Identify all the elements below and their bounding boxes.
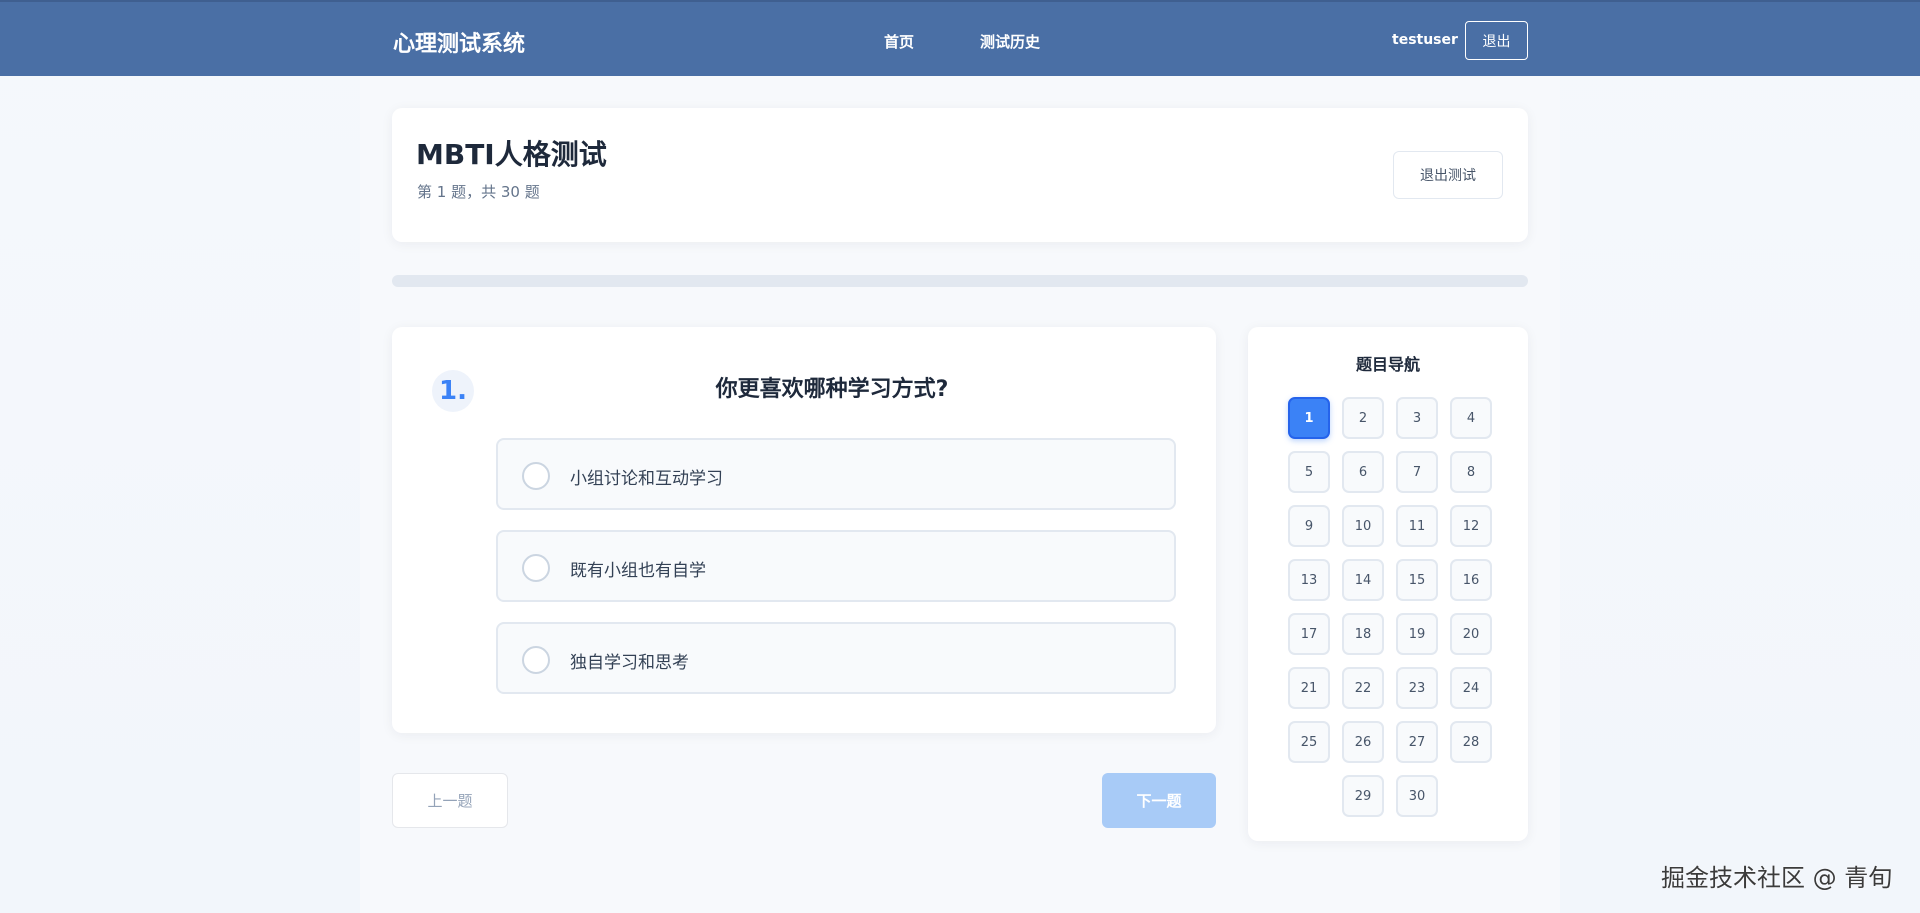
question-nav-button[interactable]: 30: [1396, 775, 1438, 817]
question-nav-button[interactable]: 24: [1450, 667, 1492, 709]
next-question-button[interactable]: 下一题: [1102, 773, 1216, 828]
option-1[interactable]: 小组讨论和互动学习: [496, 438, 1176, 510]
question-nav-button[interactable]: 3: [1396, 397, 1438, 439]
question-nav-button[interactable]: 20: [1450, 613, 1492, 655]
question-nav-button[interactable]: 1: [1288, 397, 1330, 439]
question-nav-button[interactable]: 28: [1450, 721, 1492, 763]
radio-icon[interactable]: [522, 646, 550, 674]
question-nav-button[interactable]: 6: [1342, 451, 1384, 493]
question-text: 你更喜欢哪种学习方式?: [715, 377, 949, 402]
radio-icon[interactable]: [522, 554, 550, 582]
test-header-card: MBTI人格测试 第 1 题，共 30 题 退出测试: [392, 108, 1528, 242]
question-nav-button[interactable]: 11: [1396, 505, 1438, 547]
question-nav-button[interactable]: 2: [1342, 397, 1384, 439]
question-navigator: 题目导航 1 2 3 4 5 6 7 8 9 10 11 12 13 14 15 16 17 18 19 20 21 22…: [1248, 327, 1528, 841]
question-nav-button[interactable]: 16: [1450, 559, 1492, 601]
question-nav-button[interactable]: 13: [1288, 559, 1330, 601]
progress-bar: [392, 275, 1528, 287]
question-nav-button[interactable]: 4: [1450, 397, 1492, 439]
question-nav-button[interactable]: 19: [1396, 613, 1438, 655]
exit-test-button[interactable]: 退出测试: [1393, 151, 1503, 199]
question-nav-button[interactable]: 14: [1342, 559, 1384, 601]
option-label: 独自学习和思考: [570, 653, 689, 673]
radio-icon[interactable]: [522, 462, 550, 490]
top-navbar: 心理测试系统 首页 测试历史 testuser 退出: [0, 0, 1920, 76]
previous-question-button[interactable]: 上一题: [392, 773, 508, 828]
watermark: 掘金技术社区 @ 青旬: [1661, 864, 1893, 892]
question-nav-button[interactable]: 5: [1288, 451, 1330, 493]
question-nav-button[interactable]: 9: [1288, 505, 1330, 547]
nav-link-home[interactable]: 首页: [884, 31, 914, 52]
option-2[interactable]: 既有小组也有自学: [496, 530, 1176, 602]
question-nav-button[interactable]: 8: [1450, 451, 1492, 493]
question-nav-button[interactable]: 15: [1396, 559, 1438, 601]
navigator-grid: 1 2 3 4 5 6 7 8 9 10 11 12 13 14 15 16 17 18 19 20 21 22 23 24 2…: [1286, 397, 1494, 817]
question-nav-button[interactable]: 12: [1450, 505, 1492, 547]
username: testuser: [1392, 32, 1458, 48]
question-nav-button[interactable]: 29: [1342, 775, 1384, 817]
navigator-title: 题目导航: [1355, 355, 1420, 374]
question-nav-button[interactable]: 10: [1342, 505, 1384, 547]
option-3[interactable]: 独自学习和思考: [496, 622, 1176, 694]
question-nav-button[interactable]: 22: [1342, 667, 1384, 709]
navigator-spacer: [1288, 775, 1330, 817]
option-label: 小组讨论和互动学习: [570, 469, 723, 489]
question-nav-button[interactable]: 21: [1288, 667, 1330, 709]
question-progress-text: 第 1 题，共 30 题: [417, 183, 540, 201]
question-nav-button[interactable]: 25: [1288, 721, 1330, 763]
question-nav-button[interactable]: 17: [1288, 613, 1330, 655]
question-nav-button[interactable]: 27: [1396, 721, 1438, 763]
question-nav-button[interactable]: 26: [1342, 721, 1384, 763]
question-nav-button[interactable]: 7: [1396, 451, 1438, 493]
question-nav-button[interactable]: 23: [1396, 667, 1438, 709]
nav-link-test-history[interactable]: 测试历史: [980, 31, 1040, 52]
logout-button[interactable]: 退出: [1465, 21, 1528, 60]
test-title: MBTI人格测试: [416, 138, 607, 171]
option-label: 既有小组也有自学: [570, 561, 706, 581]
brand-title[interactable]: 心理测试系统: [393, 26, 525, 58]
question-nav-button[interactable]: 18: [1342, 613, 1384, 655]
question-card: 1. 你更喜欢哪种学习方式? 小组讨论和互动学习 既有小组也有自学 独自学习和思…: [392, 327, 1216, 733]
